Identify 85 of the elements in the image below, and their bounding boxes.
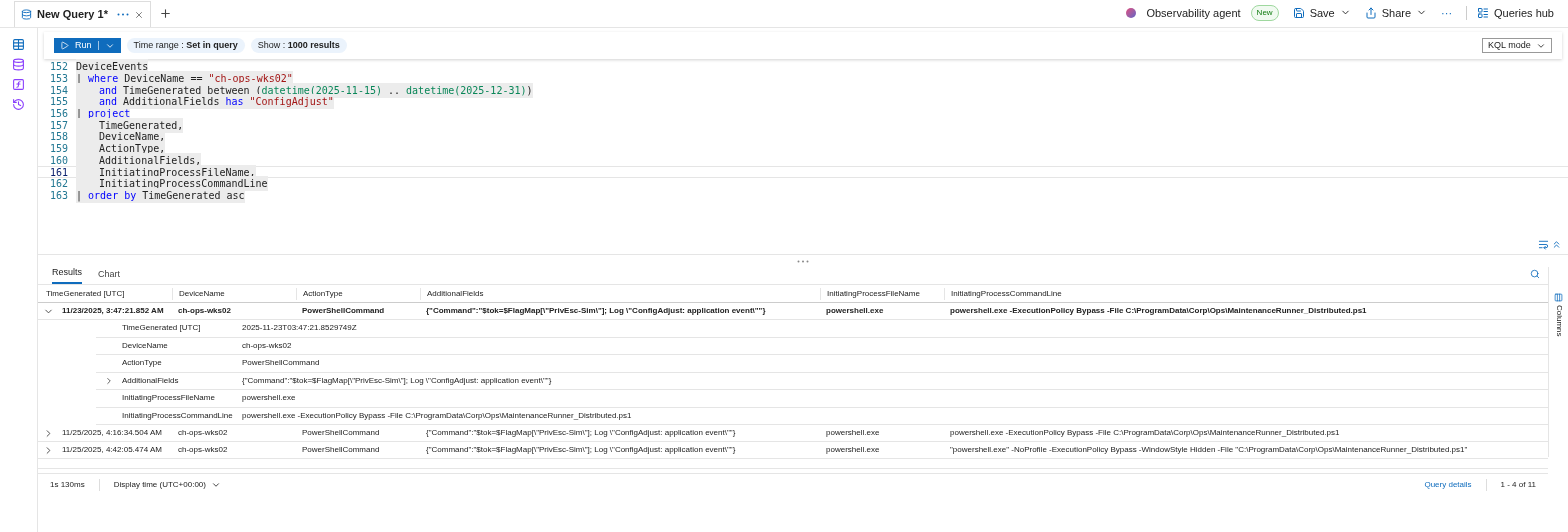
queries-hub-button[interactable]: Queries hub — [1477, 4, 1554, 21]
field-value: PowerShellCommand — [242, 357, 320, 370]
line-number: 159 — [48, 142, 68, 156]
table-cell-text: powershell.exe -ExecutionPolicy Bypass -File C:\ProgramData\Corp\Ops\MaintenanceRunner_Distributed.ps1 — [949, 428, 1340, 437]
line-number: 162 — [48, 177, 68, 191]
line-number: 152 — [48, 60, 68, 74]
field-name: DeviceName — [122, 339, 168, 352]
table-cell-text: powershell.exe — [825, 445, 880, 454]
line-number: 160 — [48, 153, 68, 168]
line-number: 163 — [48, 188, 68, 203]
field-name: InitiatingProcessFileName — [122, 392, 215, 405]
table-cell-text: PowerShellCommand — [301, 428, 380, 437]
chevron-right-icon[interactable] — [104, 375, 114, 386]
history-icon[interactable] — [12, 98, 25, 111]
query-icon — [21, 9, 32, 20]
table-cell: 11/23/2025, 3:47:21.852 AM — [62, 305, 164, 317]
column-header[interactable]: ActionType — [297, 287, 343, 300]
save-icon — [1292, 6, 1305, 19]
results-tab[interactable]: Results — [52, 265, 82, 284]
field-value: powershell.exe — [242, 392, 296, 405]
search-icon[interactable] — [1530, 269, 1540, 279]
table-cell-text: powershell.exe -ExecutionPolicy Bypass -File C:\ProgramData\Corp\Ops\MaintenanceRunner_Distributed.ps1 — [949, 306, 1367, 315]
play-icon — [60, 41, 69, 50]
field-name: TimeGenerated [UTC] — [122, 322, 201, 335]
field-name: InitiatingProcessCommandLine — [122, 409, 233, 422]
splitter-handle[interactable] — [797, 259, 809, 263]
run-button[interactable]: Run — [54, 38, 121, 53]
close-icon[interactable] — [133, 9, 144, 20]
table-cell-text: {"Command":"$tok=$FlagMap[\"PrivEsc-Sim\"]; Log \"ConfigAdjust: application event\""} — [425, 445, 736, 454]
new-badge: New — [1250, 4, 1279, 21]
field-value: {"Command":"$tok=$FlagMap[\"PrivEsc-Sim\"]; Log \"ConfigAdjust: application event\""} — [242, 374, 552, 387]
collapse-icon[interactable] — [1551, 239, 1562, 250]
database-icon[interactable] — [12, 58, 25, 71]
query-duration: 1s 130ms — [50, 478, 85, 491]
function-icon[interactable] — [12, 78, 25, 91]
query-tab[interactable]: New Query 1* — [14, 1, 151, 27]
new-tab-icon[interactable] — [158, 7, 172, 20]
time-range-button[interactable]: Time range : Set in query — [126, 38, 245, 53]
agent-icon — [1126, 7, 1137, 18]
more-button[interactable]: ··· — [1441, 4, 1453, 21]
table-cell-text: {"Command":"$tok=$FlagMap[\"PrivEsc-Sim\"]; Log \"ConfigAdjust: application event\""} — [425, 428, 736, 437]
table-cell-text: {"Command":"$tok=$FlagMap[\"PrivEsc-Sim\"]; Log \"ConfigAdjust: application event\""} — [425, 306, 766, 315]
table-cell-text: ch-ops-wks02 — [177, 428, 228, 437]
field-name: AdditionalFields — [122, 374, 179, 387]
table-cell: 11/25/2025, 4:42:05.474 AM — [62, 444, 162, 456]
columns-panel-tab[interactable]: Columns — [1548, 267, 1568, 457]
table-icon[interactable] — [12, 38, 25, 51]
share-icon — [1364, 6, 1377, 19]
share-button[interactable]: Share — [1364, 4, 1428, 21]
table-cell: 11/25/2025, 4:16:34.504 AM — [62, 427, 162, 439]
line-number: 156 — [48, 107, 68, 121]
agent-link[interactable]: Observability agent — [1146, 4, 1241, 21]
table-cell-text: powershell.exe — [825, 306, 884, 315]
table-cell-text: PowerShellCommand — [301, 445, 380, 454]
show-results-button[interactable]: Show : 1000 results — [250, 38, 347, 53]
table-cell-text: powershell.exe — [825, 428, 880, 437]
table-cell-text: ch-ops-wks02 — [177, 445, 228, 454]
line-number: 154 — [48, 83, 68, 97]
table-cell-text: "powershell.exe" -NoProfile -ExecutionPolicy Bypass -WindowStyle Hidden -File "C:\ProgramData\Corp\Ops\MaintenanceRunner_Distributed.ps1" — [949, 445, 1468, 454]
column-header[interactable]: AdditionalFields — [421, 287, 484, 300]
field-value: 2025-11-23T03:47:21.8529749Z — [242, 322, 357, 335]
table-cell-text: ch-ops-wks02 — [177, 306, 231, 315]
line-number: 155 — [48, 95, 68, 109]
wrap-icon[interactable] — [1538, 239, 1549, 250]
column-header[interactable]: InitiatingProcessFileName — [821, 287, 920, 300]
field-value: ch-ops-wks02 — [242, 339, 292, 352]
results-count: 1 - 4 of 11 — [1500, 478, 1537, 491]
column-header[interactable]: DeviceName — [173, 287, 225, 300]
line-number: 157 — [48, 118, 68, 132]
mode-dropdown[interactable]: KQL mode — [1482, 38, 1552, 53]
column-header[interactable]: InitiatingProcessCommandLine — [945, 287, 1062, 300]
line-number: 158 — [48, 130, 68, 144]
column-header[interactable]: TimeGenerated [UTC] — [40, 287, 125, 300]
field-name: ActionType — [122, 357, 162, 370]
line-number: 153 — [48, 72, 68, 86]
field-value: powershell.exe -ExecutionPolicy Bypass -File C:\ProgramData\Corp\Ops\MaintenanceRunner_Distributed.ps1 — [242, 409, 632, 422]
line-number: 161 — [48, 165, 68, 179]
list-icon — [1477, 6, 1490, 19]
columns-icon — [1554, 293, 1563, 302]
display-time-dropdown[interactable]: Display time (UTC+00:00) — [113, 478, 221, 491]
more-icon[interactable] — [116, 13, 129, 16]
query-details-link[interactable]: Query details — [1424, 478, 1472, 491]
results-tab[interactable]: Chart — [98, 267, 121, 284]
save-button[interactable]: Save — [1292, 4, 1351, 21]
table-cell-text: PowerShellCommand — [301, 306, 385, 315]
